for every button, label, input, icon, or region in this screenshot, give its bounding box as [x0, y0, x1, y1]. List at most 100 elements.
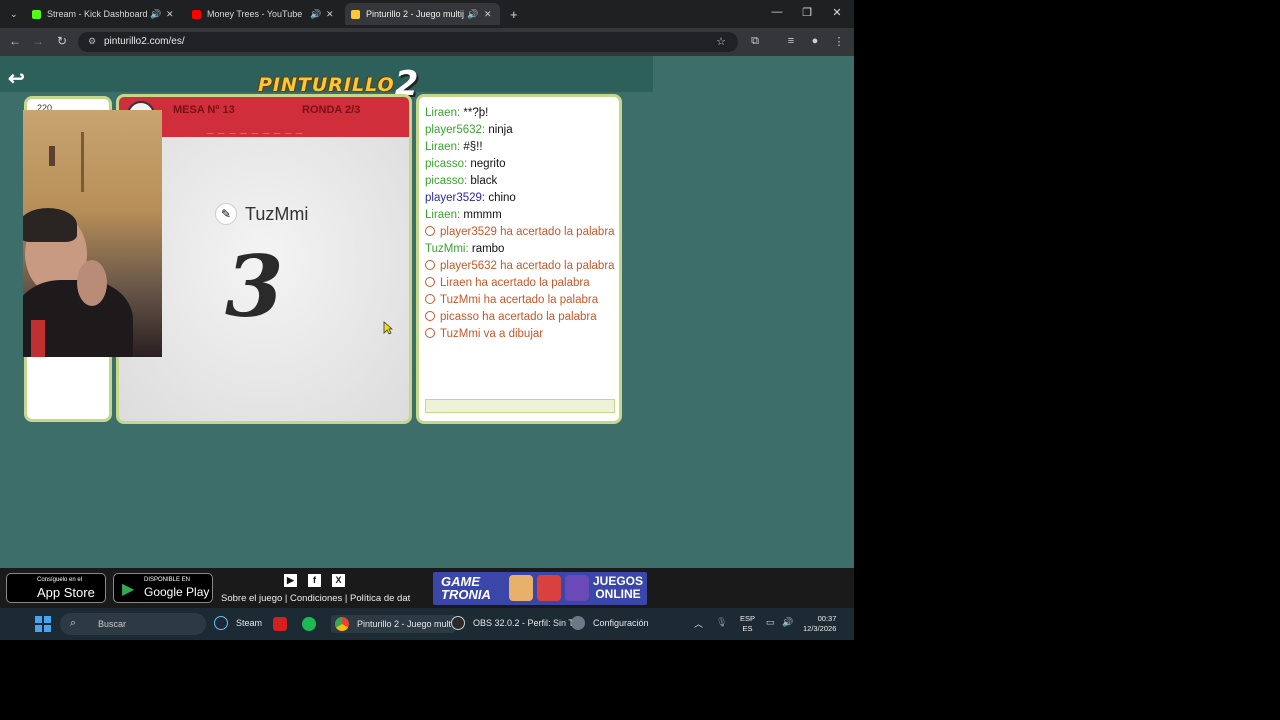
check-icon	[425, 328, 435, 338]
chat-username[interactable]: player3529:	[425, 192, 485, 204]
taskbar-settings-label: Configuración	[593, 618, 649, 628]
language-indicator[interactable]: ESP ES	[740, 614, 755, 634]
google-play-button[interactable]: ▶ DISPONIBLE EN Google Play	[113, 573, 213, 603]
gametronia-banner[interactable]: GAME TRONIA JUEGOS ONLINE	[433, 572, 647, 605]
menu-icon[interactable]: ⋮	[832, 35, 846, 48]
microphone-icon[interactable]: 🎙	[716, 617, 727, 628]
mouse-cursor-icon	[383, 321, 393, 335]
juegos-online-label: JUEGOS ONLINE	[593, 575, 643, 601]
taskbar-steam-label: Steam	[236, 618, 263, 628]
network-icon[interactable]: ▭	[766, 617, 775, 628]
obs-icon	[451, 616, 465, 630]
chat-text: black	[470, 175, 498, 187]
clock[interactable]: 00:37 12/3/2026	[803, 614, 836, 634]
webcam-hair	[23, 208, 77, 242]
new-tab-button[interactable]: +	[504, 3, 524, 25]
chat-system-message: TuzMmi va a dibujar	[425, 328, 617, 340]
webcam-hand	[77, 260, 107, 306]
chat-text: mmmm	[463, 209, 502, 221]
x-social-icon[interactable]: X	[332, 574, 345, 587]
reload-icon[interactable]: ↻	[54, 34, 70, 48]
minimize-icon[interactable]: —	[762, 6, 792, 18]
chat-input[interactable]	[425, 399, 615, 413]
taskbar-search[interactable]: ⌕ Buscar	[60, 613, 206, 635]
chat-username[interactable]: Liraen:	[425, 209, 460, 221]
forward-icon[interactable]: →	[30, 34, 46, 48]
chat-text: chino	[488, 192, 516, 204]
chat-panel: Liraen: **?þ! player5632: ninja Liraen: #§…	[416, 94, 622, 424]
tab-list-button[interactable]: ⌄	[4, 3, 22, 25]
search-icon: ⌕	[70, 617, 77, 629]
chat-username[interactable]: Liraen:	[425, 141, 460, 153]
round-label: RONDA 2/3	[302, 104, 361, 116]
tab-close-icon[interactable]: ✕	[484, 9, 492, 20]
taskbar-obs-label: OBS 32.0.2 - Perfil: Sin T	[473, 618, 574, 628]
chat-username[interactable]: TuzMmi:	[425, 243, 469, 255]
chat-text: negrito	[470, 158, 506, 170]
facebook-social-icon[interactable]: f	[308, 574, 321, 587]
lang-line2: ES	[742, 624, 753, 633]
pinturillo-icon	[351, 9, 360, 19]
address-bar-row: ← → ↻ ⚙ pinturillo2.com/es/ ☆ ⧉ ≡ ● ⋮	[0, 28, 854, 56]
site-footer: Consíguelo en el App Store ▶ DISPONIBLE …	[0, 568, 854, 608]
tab-youtube[interactable]: Money Trees - YouTube 🔊 ✕	[186, 3, 338, 25]
profile-icon[interactable]: ●	[808, 35, 822, 47]
google-play-icon: ▶	[122, 581, 135, 598]
tab-pinturillo[interactable]: Pinturillo 2 - Juego multiju 🔊 ✕	[345, 3, 500, 25]
clock-time: 00:37	[817, 614, 837, 623]
windows-start-icon[interactable]	[35, 616, 51, 632]
site-info-icon[interactable]: ⚙	[88, 36, 96, 47]
chat-message: Liraen: **?þ!	[425, 107, 617, 119]
chat-system-message: Liraen ha acertado la palabra	[425, 277, 617, 289]
close-window-icon[interactable]: ✕	[822, 6, 852, 19]
app-icon[interactable]	[273, 617, 287, 631]
tab-close-icon[interactable]: ✕	[326, 9, 334, 20]
chat-username[interactable]: player5632:	[425, 124, 485, 136]
chat-username[interactable]: Liraen:	[425, 107, 460, 119]
chat-system-text: Liraen ha acertado la palabra	[440, 277, 590, 289]
speaker-icon: 🔊	[310, 8, 322, 19]
table-label: MESA Nº 13	[173, 104, 235, 116]
taskbar-obs[interactable]: OBS 32.0.2 - Perfil: Sin T	[451, 616, 574, 630]
chat-username[interactable]: picasso:	[425, 175, 467, 187]
rocket-icon	[537, 575, 561, 601]
tray-chevron-icon[interactable]: ︿	[694, 617, 703, 630]
lang-line1: ESP	[740, 614, 756, 623]
board-header: MESA Nº 13 RONDA 2/3 _ _ _ _ _ _ _ _ _	[119, 97, 409, 137]
pencil-icon: ✎	[215, 203, 237, 225]
url-field[interactable]: ⚙ pinturillo2.com/es/	[78, 32, 738, 52]
footer-links[interactable]: Sobre el juego | Condiciones | Política …	[221, 593, 410, 604]
media-control-icon[interactable]: ≡	[784, 35, 798, 47]
chat-messages: Liraen: **?þ! player5632: ninja Liraen: #§…	[425, 107, 617, 345]
app-store-button[interactable]: Consíguelo en el App Store	[6, 573, 106, 603]
restore-icon[interactable]: ❐	[792, 6, 822, 19]
youtube-social-icon[interactable]: ▶	[284, 574, 297, 587]
taskbar-chrome[interactable]: Pinturillo 2 - Juego mult	[331, 615, 456, 633]
speaker-icon: 🔊	[467, 8, 479, 19]
gear-icon	[571, 616, 585, 630]
spotify-icon[interactable]	[302, 617, 316, 631]
chat-text: rambo	[471, 243, 505, 255]
chat-message: Liraen: mmmm	[425, 209, 617, 221]
tab-close-icon[interactable]: ✕	[166, 9, 174, 20]
drawer-name: TuzMmi	[245, 203, 309, 224]
juegos-line2: ONLINE	[595, 587, 641, 601]
browser-tab-bar: ⌄ Stream - Kick Dashboard 🔊 ✕ Money Tree…	[0, 0, 854, 28]
taskbar-settings[interactable]: Configuración	[571, 616, 649, 630]
url-text: pinturillo2.com/es/	[104, 36, 185, 47]
chat-username[interactable]: picasso:	[425, 158, 467, 170]
bookmark-star-icon[interactable]: ☆	[714, 35, 728, 48]
kick-icon	[32, 9, 41, 19]
youtube-icon	[192, 9, 201, 19]
back-arrow-icon[interactable]: ↩	[8, 66, 25, 91]
google-play-big: Google Play	[144, 585, 210, 599]
drawer-row: ✎ TuzMmi	[215, 203, 308, 225]
volume-icon[interactable]: 🔊	[782, 617, 793, 628]
tab-pinturillo-label: Pinturillo 2 - Juego multiju	[366, 9, 464, 19]
extensions-icon[interactable]: ⧉	[748, 35, 762, 48]
taskbar-steam[interactable]: Steam	[214, 616, 262, 630]
back-icon[interactable]: ←	[7, 34, 23, 48]
tab-kick[interactable]: Stream - Kick Dashboard 🔊 ✕	[26, 3, 178, 25]
chat-text: **?þ!	[463, 107, 489, 119]
speaker-icon: 🔊	[150, 8, 162, 19]
